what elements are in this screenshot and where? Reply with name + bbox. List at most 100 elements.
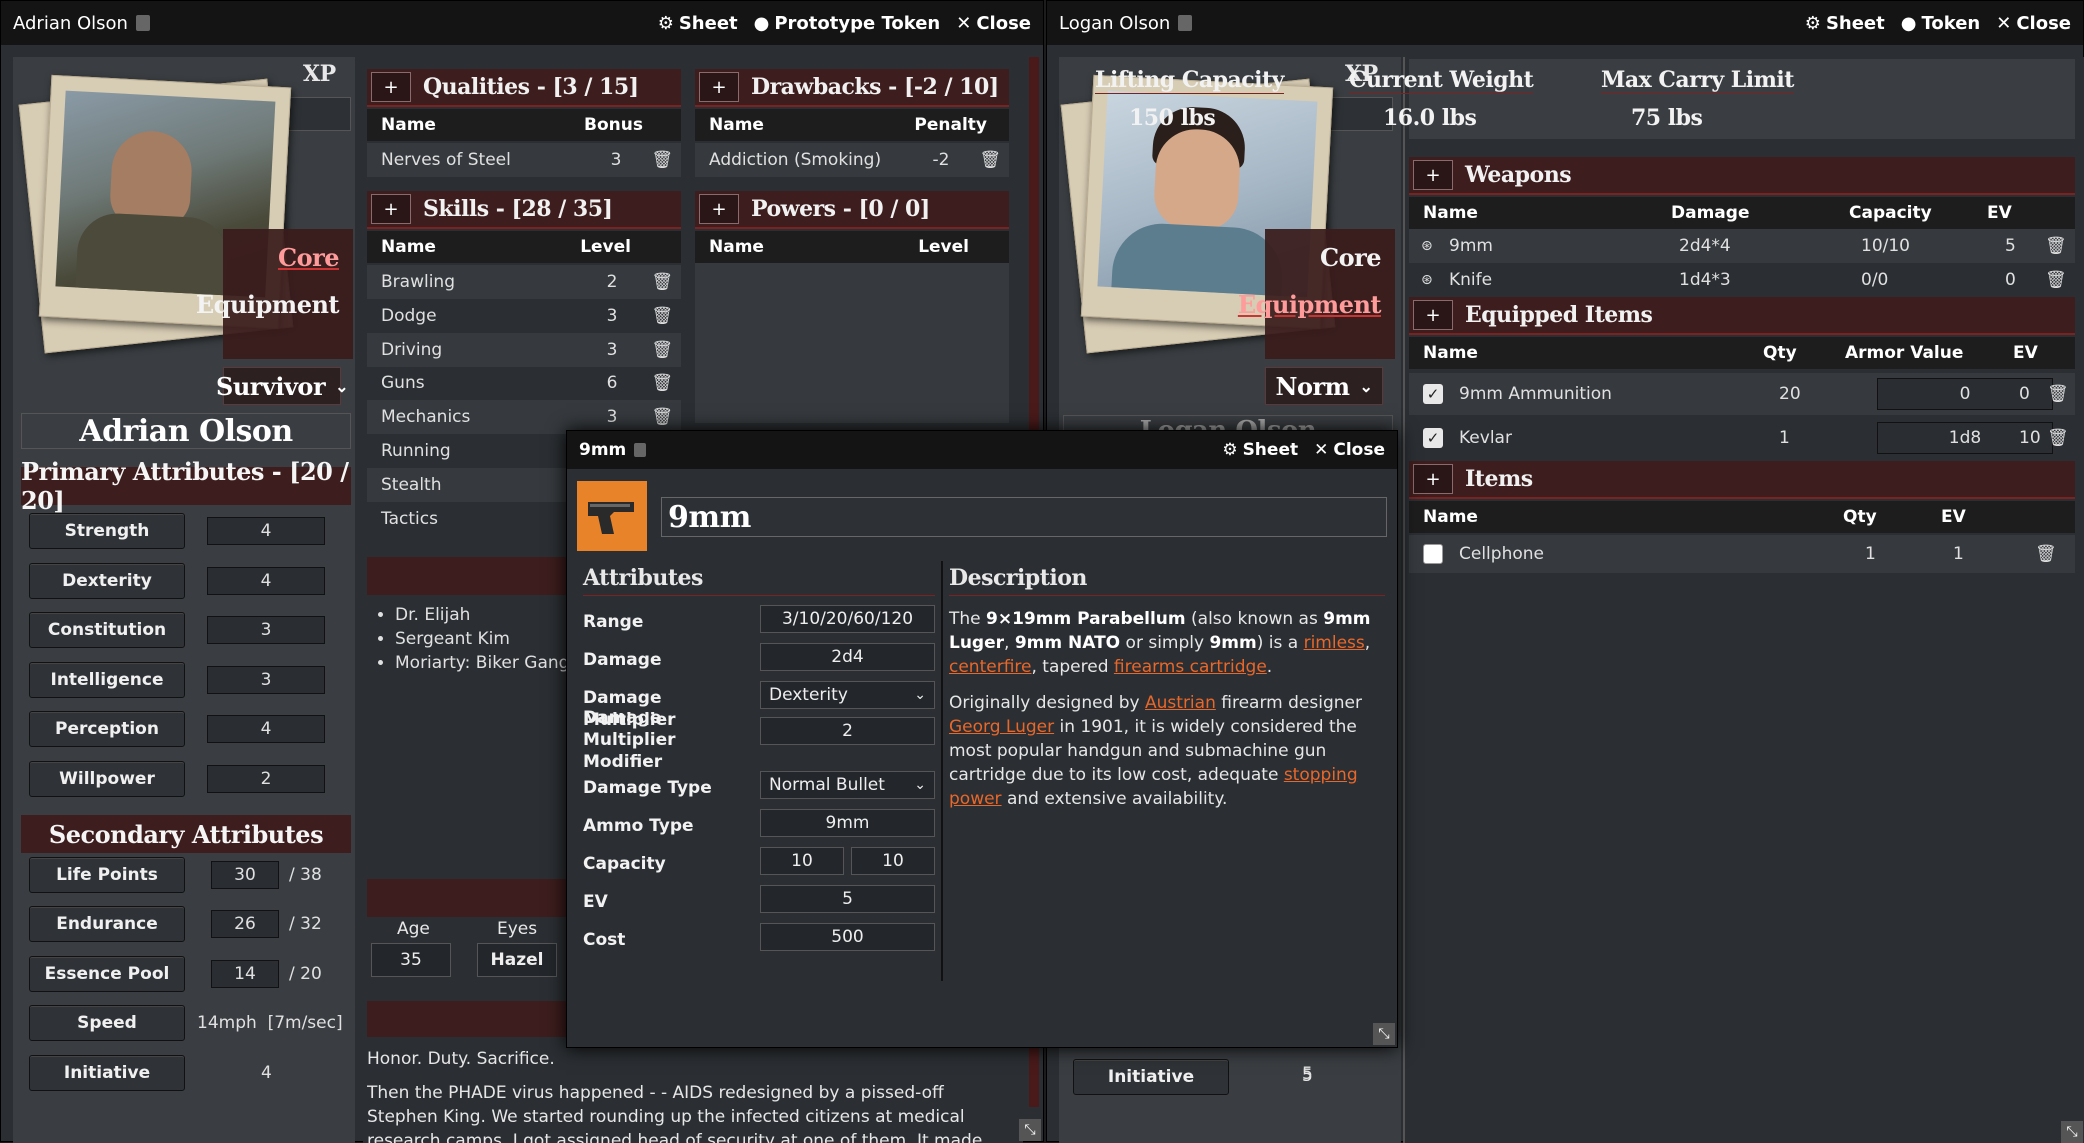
delete-icon[interactable]: 🗑 [2047,384,2069,404]
delete-icon[interactable]: 🗑 [2045,236,2067,256]
delete-icon[interactable]: 🗑 [2045,270,2067,290]
attribute-willpower-button[interactable]: Willpower [29,761,185,797]
add-skill-button[interactable]: + [371,194,411,224]
attribute-intelligence-button[interactable]: Intelligence [29,661,185,698]
close-button[interactable]: ✕ Close [1996,13,2071,34]
delete-icon[interactable]: 🗑 [651,340,673,360]
field-input-max[interactable]: 10 [851,847,935,875]
nav-core-tab[interactable]: Core [1320,243,1382,272]
equipped-checkbox[interactable]: ✓ [1423,428,1443,448]
resize-handle-icon[interactable]: ⤡ [2061,1121,2083,1143]
nav-equipment-tab[interactable]: Equipment [196,290,340,319]
delete-icon[interactable]: 🗑 [651,407,673,427]
sheet-nav: Core Equipment [1238,229,1395,359]
secondary-life-points-button[interactable]: Life Points [29,857,185,893]
equipped-checkbox[interactable]: ✓ [1423,384,1443,404]
delete-icon[interactable]: 🗑 [651,306,673,326]
delete-icon[interactable]: 🗑 [2035,544,2057,564]
attribute-dexterity-button[interactable]: Dexterity [29,562,185,599]
close-button[interactable]: ✕ Close [1314,440,1385,460]
item-row[interactable]: Cellphone 1 1 🗑 [1409,535,2075,573]
secondary-speed-button[interactable]: Speed [29,1005,185,1042]
secondary-essence-pool-button[interactable]: Essence Pool [29,955,185,992]
attribute-value-input[interactable]: 4 [207,566,325,595]
add-quality-button[interactable]: + [371,72,411,102]
adrian-titlebar[interactable]: Adrian Olson ⚙ Sheet ● Prototype Token ✕ Cl… [1,1,1043,45]
skill-row[interactable]: Driving 3 🗑 [367,332,681,367]
attribute-perception-button[interactable]: Perception [29,711,185,748]
link-rimless[interactable]: rimless [1304,633,1365,653]
attribute-value-input[interactable]: 3 [207,616,325,645]
field-select[interactable]: Dexterity ⌄ [760,681,935,709]
equip-checkbox[interactable] [1423,544,1443,564]
sheet-button[interactable]: ⚙ Sheet [1805,13,1885,34]
field-input[interactable]: 9mm [760,809,935,837]
token-button[interactable]: ● Token [1901,13,1980,34]
field-input[interactable]: 2 [760,717,935,745]
secondary-value-input[interactable]: 30 [211,861,279,889]
link-centerfire[interactable]: centerfire [949,657,1031,677]
add-drawback-button[interactable]: + [699,72,739,102]
sheet-button[interactable]: ⚙ Sheet [658,13,738,34]
link-firearms-cartridge[interactable]: firearms cartridge [1114,657,1267,677]
attribute-value-input[interactable]: 4 [207,517,325,545]
attribute-value-input[interactable]: 2 [207,765,325,793]
drawback-row[interactable]: Addiction (Smoking) -2 🗑 [695,143,1009,177]
eyes-input[interactable]: Hazel [477,943,557,977]
item-titlebar[interactable]: 9mm ⚙ Sheet ✕ Close [567,431,1397,469]
attribute-value-input[interactable]: 3 [207,665,325,694]
item-name-input[interactable]: 9mm [661,497,1387,537]
quality-row[interactable]: Nerves of Steel 3 🗑 [367,143,681,177]
equipped-row[interactable]: ✓ Kevlar 1 1d8 10 🗑 [1409,417,2075,459]
initiative-button[interactable]: Initiative [1073,1059,1229,1095]
add-power-button[interactable]: + [699,194,739,224]
skill-row[interactable]: Brawling 2 🗑 [367,265,681,299]
secondary-value-input[interactable]: 14 [211,959,279,988]
add-item-button[interactable]: + [1413,464,1453,494]
field-input[interactable]: 500 [760,923,935,951]
nav-core-tab[interactable]: Core [278,243,340,272]
resize-handle-icon[interactable]: ⤡ [1019,1119,1041,1141]
field-input[interactable]: 2d4 [760,643,935,671]
nav-equipment-tab[interactable]: Equipment [1238,290,1382,319]
attribute-value-input[interactable]: 4 [207,715,325,744]
weapon-row[interactable]: ⊛ Knife 1d4*3 0/0 0 🗑 [1409,263,2075,297]
attribute-constitution-button[interactable]: Constitution [29,612,185,649]
journal-icon[interactable] [1178,15,1193,31]
delete-icon[interactable]: 🗑 [979,150,1001,170]
field-select[interactable]: Normal Bullet ⌄ [760,771,935,799]
logan-titlebar[interactable]: Logan Olson ⚙ Sheet ● Token ✕ Close [1047,1,2083,45]
field-input[interactable]: 3/10/20/60/120 [760,605,935,633]
skill-row[interactable]: Guns 6 🗑 [367,366,681,400]
prototype-token-button[interactable]: ● Prototype Token [754,13,941,34]
journal-icon[interactable] [634,443,647,457]
resize-handle-icon[interactable]: ⤡ [1373,1023,1395,1045]
skill-row[interactable]: Dodge 3 🗑 [367,299,681,333]
archetype-select[interactable]: Norm ⌄ [1265,367,1383,405]
item-image[interactable] [577,481,647,551]
archetype-select[interactable]: Survivor ⌄ [216,367,348,405]
link-georg-luger[interactable]: Georg Luger [949,717,1054,737]
character-name[interactable]: Adrian Olson [21,413,351,449]
attribute-strength-button[interactable]: Strength [29,513,185,549]
add-weapon-button[interactable]: + [1413,160,1453,190]
equipped-row[interactable]: ✓ 9mm Ammunition 20 0 0 🗑 [1409,373,2075,415]
secondary-value-input[interactable]: 26 [211,910,279,939]
sheet-button[interactable]: ⚙ Sheet [1222,440,1298,460]
journal-icon[interactable] [135,15,150,31]
delete-icon[interactable]: 🗑 [2047,428,2069,448]
xp-label: XP [303,61,336,87]
weapon-row[interactable]: ⊛ 9mm 2d4*4 10/10 5 🗑 [1409,229,2075,263]
add-equipped-button[interactable]: + [1413,300,1453,330]
xp-input[interactable] [283,97,351,131]
age-input[interactable]: 35 [371,943,451,977]
field-input[interactable]: 5 [760,885,935,913]
field-input[interactable]: 10 [760,847,844,875]
delete-icon[interactable]: 🗑 [651,272,673,292]
secondary-endurance-button[interactable]: Endurance [29,906,185,943]
delete-icon[interactable]: 🗑 [651,373,673,393]
link-austrian[interactable]: Austrian [1145,693,1216,713]
delete-icon[interactable]: 🗑 [651,150,673,170]
secondary-initiative-button[interactable]: Initiative [29,1054,185,1091]
close-button[interactable]: ✕ Close [956,13,1031,34]
